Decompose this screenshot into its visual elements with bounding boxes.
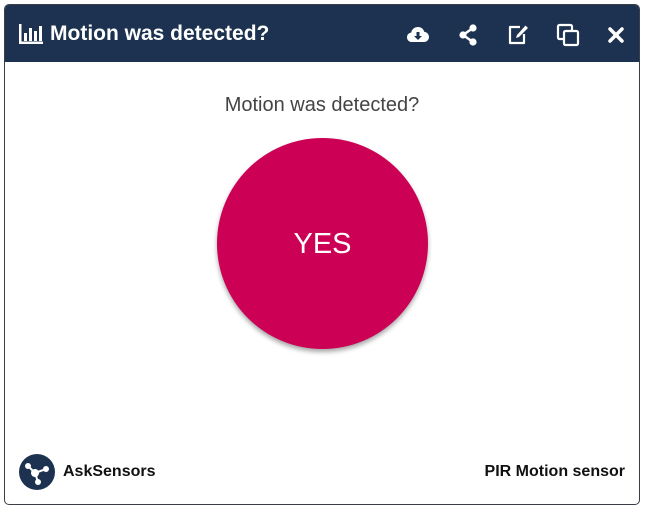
sensor-name: PIR Motion sensor <box>484 463 625 480</box>
widget-title: Motion was detected? <box>50 22 270 45</box>
status-indicator: YES <box>217 138 428 349</box>
share-icon[interactable] <box>456 23 480 47</box>
close-icon[interactable] <box>604 23 628 47</box>
cloud-download-icon[interactable] <box>406 23 430 47</box>
copy-icon[interactable] <box>556 23 580 47</box>
brand: AskSensors <box>19 454 156 490</box>
brand-name: AskSensors <box>63 463 156 480</box>
sensor-widget: Motion was detected? Motion was detected… <box>4 4 640 505</box>
widget-header: Motion was detected? <box>5 5 639 62</box>
asksensors-logo-icon <box>19 454 55 490</box>
edit-icon[interactable] <box>506 23 530 47</box>
bar-chart-icon <box>19 24 43 44</box>
widget-question: Motion was detected? <box>224 94 420 116</box>
status-value: YES <box>293 227 352 260</box>
